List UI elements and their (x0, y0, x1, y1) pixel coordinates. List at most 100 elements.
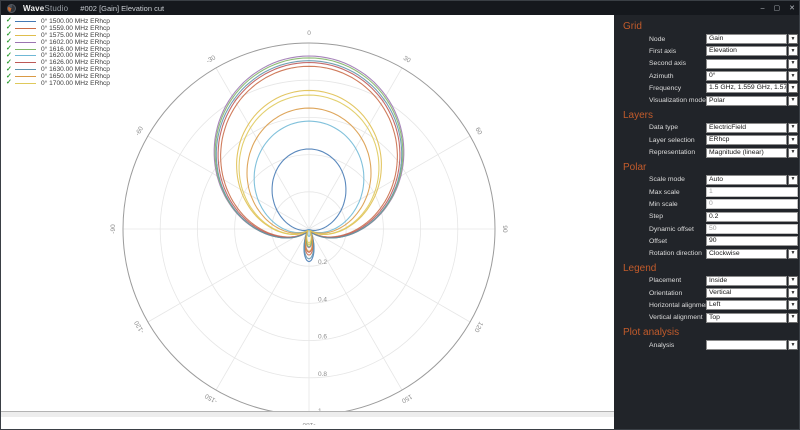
setting-control: ERhcp▼ (706, 135, 798, 145)
legend-item[interactable]: ✓0° 1700.00 MHz ERhcp (6, 80, 110, 87)
dropdown-arrow-icon[interactable]: ▼ (788, 249, 798, 259)
angle-tick-label: -120 (133, 319, 146, 334)
dropdown-arrow-icon[interactable]: ▼ (788, 123, 798, 133)
dropdown-value[interactable]: 0° (706, 71, 787, 81)
dropdown-value[interactable]: ElectricField (706, 123, 787, 133)
setting-control: 50 (706, 224, 798, 234)
setting-control: 1 (706, 187, 798, 197)
setting-control: Polar▼ (706, 96, 798, 106)
legend-color-line (15, 76, 36, 77)
angle-tick-label: -90 (110, 224, 117, 234)
legend-check-icon[interactable]: ✓ (6, 60, 15, 66)
dropdown-arrow-icon[interactable]: ▼ (788, 340, 798, 350)
setting-row: Rotation direction Clockwise▼ (614, 247, 800, 259)
dropdown-value[interactable]: Clockwise (706, 249, 787, 259)
setting-label: Layer selection (649, 137, 695, 144)
setting-label: Dynamic offset (649, 226, 694, 233)
dropdown-arrow-icon[interactable]: ▼ (788, 71, 798, 81)
dropdown-value[interactable]: ERhcp (706, 135, 787, 145)
text-input-disabled: 50 (706, 224, 798, 234)
setting-label: Scale mode (649, 176, 685, 183)
window-bottom-edge (1, 411, 614, 417)
app-name-light: Studio (44, 4, 68, 13)
dropdown-value[interactable] (706, 59, 787, 69)
setting-row: Vertical alignmentTop▼ (614, 312, 800, 324)
legend-color-line (15, 21, 36, 22)
radial-tick-label: 0.6 (318, 334, 327, 341)
setting-row: Frequency1.5 GHz, 1.559 GHz, 1.575 GHz, … (614, 82, 800, 94)
legend-check-icon[interactable]: ✓ (6, 80, 15, 86)
dropdown-arrow-icon[interactable]: ▼ (788, 34, 798, 44)
legend-item[interactable]: ✓0° 1559.00 MHz ERhcp (6, 25, 110, 32)
text-input[interactable]: 90 (706, 236, 798, 246)
dropdown-arrow-icon[interactable]: ▼ (788, 276, 798, 286)
dropdown-arrow-icon[interactable]: ▼ (788, 59, 798, 69)
setting-label: Max scale (649, 189, 680, 196)
title-bar: WaveStudio #002 [Gain] Elevation cut – ▢… (1, 1, 800, 15)
setting-control: Clockwise▼ (706, 249, 798, 259)
legend-check-icon[interactable]: ✓ (6, 53, 15, 59)
legend-color-line (15, 49, 36, 50)
dropdown-value[interactable]: Top (706, 313, 787, 323)
dropdown-arrow-icon[interactable]: ▼ (788, 46, 798, 56)
close-icon[interactable]: ✕ (789, 5, 795, 12)
dropdown-arrow-icon[interactable]: ▼ (788, 135, 798, 145)
angle-tick-label: 90 (501, 225, 508, 233)
setting-row: First axisElevation▼ (614, 45, 800, 57)
dropdown-arrow-icon[interactable]: ▼ (788, 175, 798, 185)
setting-control: Gain▼ (706, 34, 798, 44)
polar-plot-area: 0306090120150-180-150-120-90-60-300.20.4… (1, 15, 614, 425)
plot-legend: ✓0° 1500.00 MHz ERhcp✓0° 1559.00 MHz ERh… (6, 18, 110, 87)
angle-tick-label: 0 (307, 30, 311, 37)
dropdown-value[interactable]: Vertical (706, 288, 787, 298)
legend-item[interactable]: ✓0° 1500.00 MHz ERhcp (6, 18, 110, 25)
setting-row: Data type ElectricField▼ (614, 122, 800, 134)
section-title-legend: Legend (614, 260, 800, 275)
setting-control: ▼ (706, 59, 798, 69)
angle-tick-label: -150 (204, 392, 219, 405)
dropdown-arrow-icon[interactable]: ▼ (788, 96, 798, 106)
setting-row: NodeGain▼ (614, 33, 800, 45)
setting-row: Max scale 1 (614, 186, 800, 198)
setting-control: 1.5 GHz, 1.559 GHz, 1.575 GHz, 1...▼ (706, 83, 798, 93)
dropdown-arrow-icon[interactable]: ▼ (788, 313, 798, 323)
dropdown-value[interactable]: Gain (706, 34, 787, 44)
legend-item[interactable]: ✓0° 1575.00 MHz ERhcp (6, 32, 110, 39)
minimize-icon[interactable]: – (761, 5, 765, 12)
dropdown-arrow-icon[interactable]: ▼ (788, 300, 798, 310)
settings-panel: GridNodeGain▼First axisElevation▼Second … (614, 15, 800, 430)
legend-check-icon[interactable]: ✓ (6, 67, 15, 73)
dropdown-value[interactable]: Auto (706, 175, 787, 185)
setting-control: 90 (706, 236, 798, 246)
dropdown-arrow-icon[interactable]: ▼ (788, 148, 798, 158)
legend-item[interactable]: ✓0° 1650.00 MHz ERhcp (6, 73, 110, 80)
setting-label: Horizontal alignment (649, 302, 711, 309)
dropdown-value[interactable]: 1.5 GHz, 1.559 GHz, 1.575 GHz, 1... (706, 83, 787, 93)
text-input[interactable]: 0.2 (706, 212, 798, 222)
angle-tick-label: -180 (302, 421, 315, 425)
setting-control: 0 (706, 199, 798, 209)
dropdown-value[interactable]: Magnitude (linear) (706, 148, 787, 158)
window-controls: – ▢ ✕ (761, 5, 795, 12)
setting-label: Rotation direction (649, 250, 702, 257)
dropdown-value[interactable]: Inside (706, 276, 787, 286)
maximize-icon[interactable]: ▢ (774, 5, 781, 12)
dropdown-value[interactable]: Left (706, 300, 787, 310)
dropdown-value[interactable] (706, 340, 787, 350)
setting-row: Offset90 (614, 235, 800, 247)
setting-row: Azimuth0°▼ (614, 70, 800, 82)
dropdown-value[interactable]: Elevation (706, 46, 787, 56)
setting-label: Analysis (649, 342, 674, 349)
legend-color-line (15, 69, 36, 70)
setting-control: Auto▼ (706, 175, 798, 185)
dropdown-arrow-icon[interactable]: ▼ (788, 83, 798, 93)
section-title-layers: Layers (614, 107, 800, 122)
dropdown-value[interactable]: Polar (706, 96, 787, 106)
setting-label: Data type (649, 124, 678, 131)
setting-row: Min scale0 (614, 198, 800, 210)
legend-item[interactable]: ✓0° 1602.00 MHz ERhcp (6, 39, 110, 46)
setting-control: ▼ (706, 340, 798, 350)
legend-color-line (15, 35, 36, 36)
setting-label: Vertical alignment (649, 314, 703, 321)
dropdown-arrow-icon[interactable]: ▼ (788, 288, 798, 298)
